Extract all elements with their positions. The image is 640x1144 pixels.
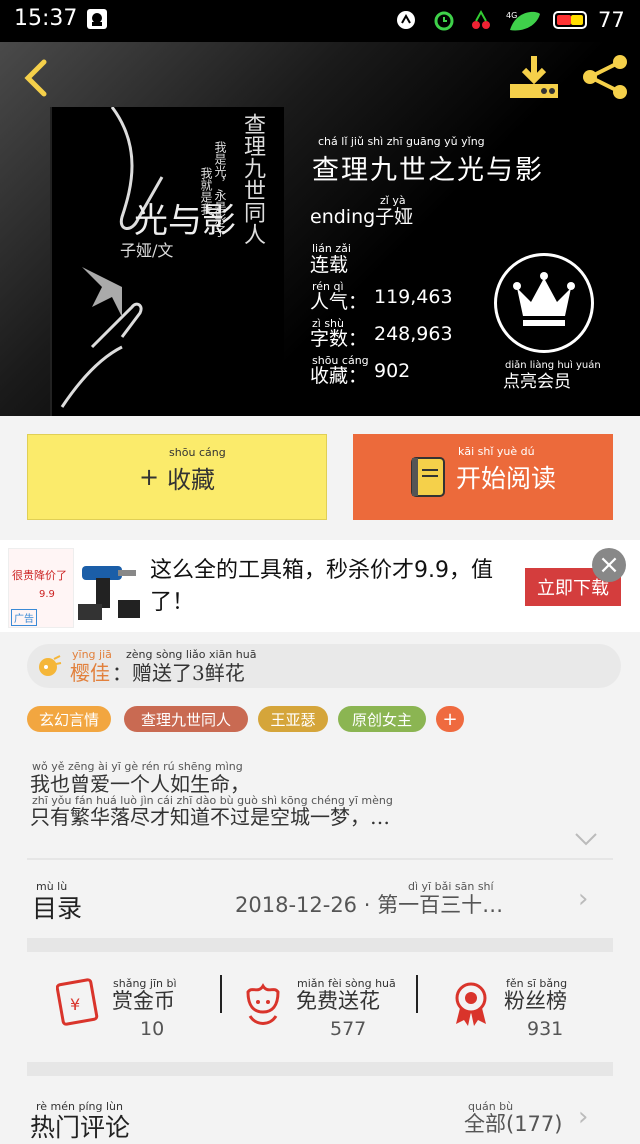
catalog-latest-chapter: 2018-12-26 · 第一百三十…: [235, 893, 504, 917]
tag-character[interactable]: 王亚瑟: [258, 706, 328, 732]
stat-divider-1: [220, 975, 222, 1013]
stat-reward-label: 赏金币: [112, 989, 175, 1013]
ad-text: 这么全的工具箱，秒杀价才9.9，值了！: [150, 558, 493, 615]
section-divider-2: [27, 1062, 613, 1076]
section-divider: [27, 938, 613, 952]
add-favorite-button[interactable]: + shōu cáng 收藏: [27, 434, 327, 520]
member-button[interactable]: [494, 253, 594, 353]
catalog-label: 目录: [32, 894, 83, 923]
stat-divider-2: [416, 975, 418, 1013]
intro-line2: 只有繁华落尽才知道不过是空城一梦，…: [30, 805, 390, 829]
start-reading-button[interactable]: kāi shǐ yuè dú 开始阅读: [353, 434, 613, 520]
serial-status: 连载: [310, 254, 349, 276]
tag-original[interactable]: 原创女主: [338, 706, 426, 732]
book-cover-image: 查理九世同人 我是光，永是影子 我就是我 光与影 子娅/文: [50, 107, 284, 416]
popularity-label: 人气：: [310, 291, 368, 313]
status-time: 15:37: [14, 6, 78, 31]
close-icon[interactable]: ×: [592, 548, 626, 582]
chevron-right-icon: ›: [578, 1102, 589, 1132]
crown-icon: [513, 272, 575, 326]
favorite-label: 收藏: [167, 465, 216, 494]
back-button[interactable]: [18, 56, 54, 100]
qq-icon: [86, 8, 112, 32]
stat-fans-value: 931: [527, 1018, 564, 1040]
read-pinyin: kāi shǐ yuè dú: [457, 445, 535, 458]
popularity-value: 119,463: [374, 286, 453, 308]
read-label: 开始阅读: [455, 464, 556, 493]
svg-text:4G: 4G: [506, 11, 517, 20]
favorites-value: 902: [374, 360, 411, 382]
megaphone-icon: [36, 653, 62, 679]
book-title: 查理九世之光与影: [312, 155, 544, 186]
member-label: 点亮会员: [503, 372, 571, 392]
word-count-value: 248,963: [374, 323, 453, 345]
battery-icon: [553, 8, 593, 32]
all-comments-link[interactable]: 全部(177): [464, 1108, 562, 1138]
word-count-label: 字数：: [310, 328, 368, 350]
cherry-icon: [468, 8, 494, 32]
stat-flower-value: 577: [330, 1018, 367, 1040]
ad-promo: 很贵降价了: [12, 569, 67, 582]
ad-thumb: 很贵降价了 9.9 广告: [8, 548, 74, 628]
stat-flower-label: 免费送花: [296, 989, 380, 1013]
book-icon: [410, 457, 445, 497]
gift-message: ：赠送了3鲜花: [112, 661, 245, 685]
gift-user: 樱佳: [70, 661, 110, 685]
reward-coin-icon[interactable]: ¥: [55, 978, 102, 1028]
status-bar: 15:37 4G 77: [0, 0, 640, 42]
favorite-pinyin: shōu cáng: [169, 445, 226, 459]
fan-rank-icon[interactable]: [450, 980, 492, 1028]
tag-fandom[interactable]: 查理九世同人: [124, 706, 248, 732]
add-tag-button[interactable]: +: [436, 706, 464, 732]
divider: [27, 858, 613, 860]
book-author: ending子娅: [310, 206, 414, 228]
plus-icon: +: [138, 463, 160, 491]
battery-percent: 77: [598, 8, 625, 32]
share-icon[interactable]: [580, 54, 630, 100]
cover-title: 光与影: [134, 201, 236, 241]
download-icon[interactable]: [508, 54, 560, 100]
stat-fans-label: 粉丝榜: [504, 989, 567, 1013]
signal-icon: [394, 8, 420, 32]
ad-price: 9.9: [39, 589, 55, 600]
drill-image: [74, 556, 144, 626]
cover-series: 查理九世同人: [240, 113, 265, 245]
expand-chevron-icon[interactable]: [572, 830, 600, 848]
svg-text:¥: ¥: [70, 995, 80, 1014]
cover-author: 子娅/文: [120, 241, 174, 260]
network-icon: 4G: [506, 8, 540, 32]
alarm-icon: [432, 8, 458, 32]
comments-title: 热门评论: [30, 1113, 131, 1142]
flower-icon[interactable]: [242, 982, 284, 1028]
title-pinyin: chá lǐ jiǔ shì zhī guāng yǔ yǐng: [318, 135, 485, 148]
intro-line1: 我也曾爱一个人如生命，: [30, 772, 250, 796]
tag-genre[interactable]: 玄幻言情: [27, 706, 111, 732]
chevron-right-icon: ›: [578, 884, 589, 914]
ad-badge: 广告: [11, 609, 37, 626]
stat-reward-value: 10: [140, 1018, 165, 1040]
favorites-label: 收藏：: [310, 365, 368, 387]
